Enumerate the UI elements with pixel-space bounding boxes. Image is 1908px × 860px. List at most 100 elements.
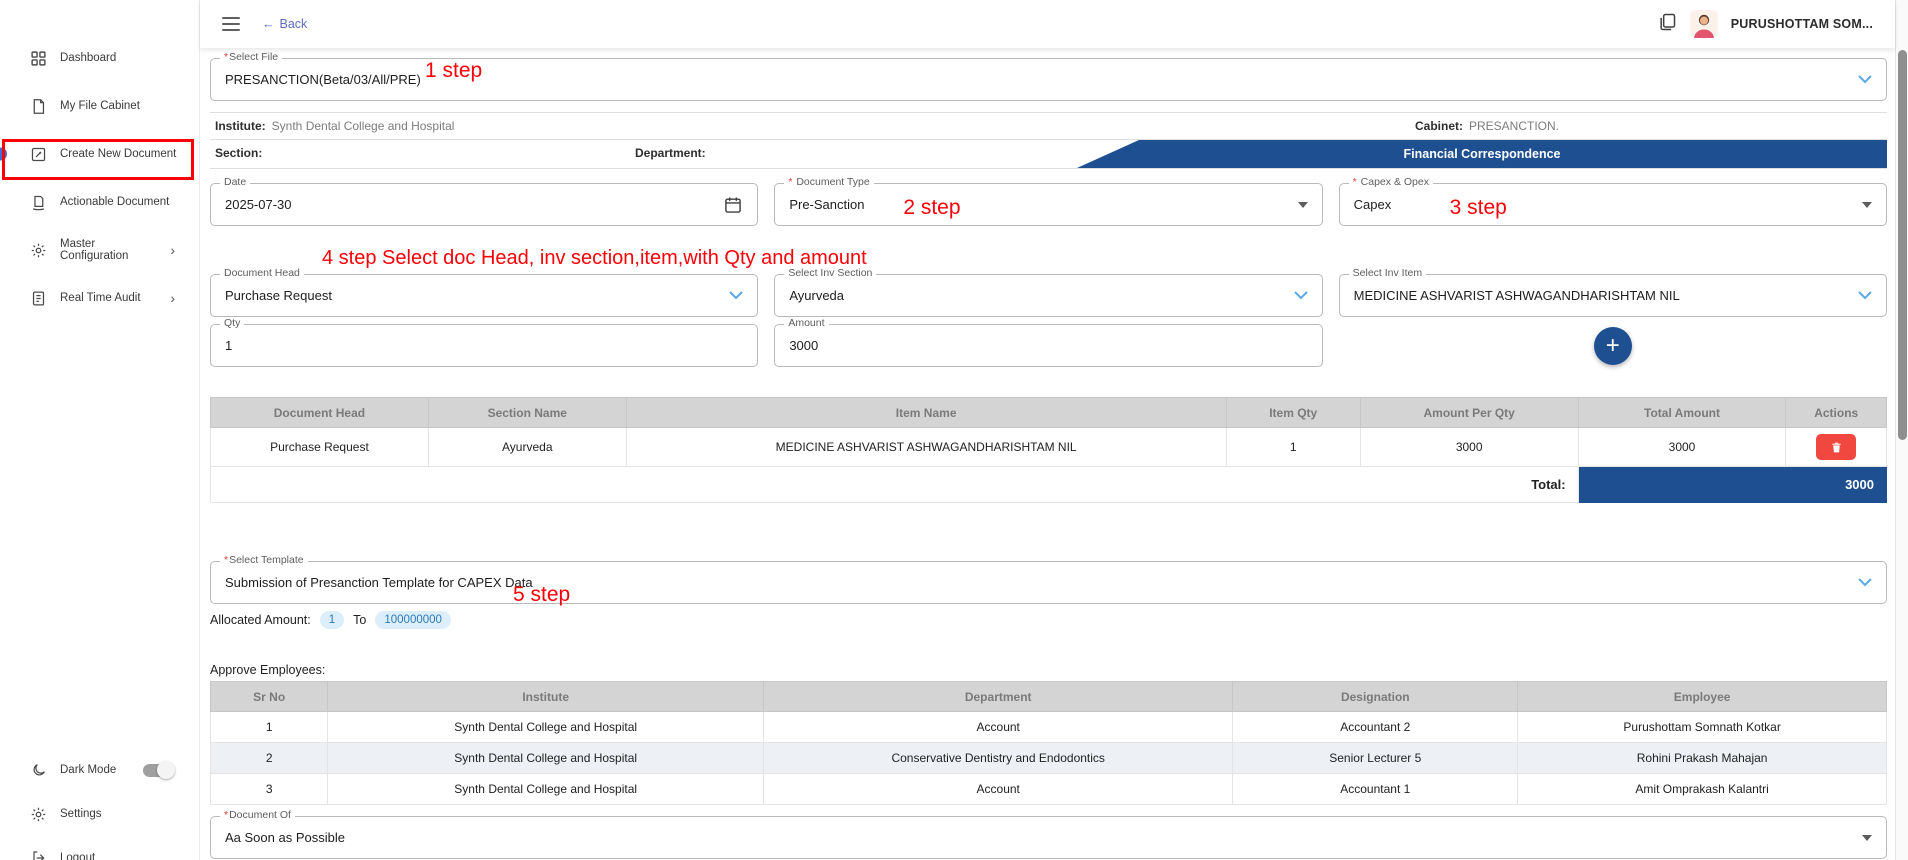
section-label: Section: (215, 146, 262, 160)
approve-table-header-row: Sr No Institute Department Designation E… (211, 682, 1887, 712)
select-template-value: Submission of Presanction Template for C… (225, 575, 533, 590)
sidebar-bottom-group: Dark Mode Settings Logout (0, 748, 199, 860)
qty-input[interactable] (225, 338, 743, 353)
chevron-down-icon (1294, 291, 1308, 300)
user-avatar[interactable] (1690, 10, 1718, 38)
sidebar-item-label: Actionable Document (60, 196, 169, 208)
col-section-name: Section Name (428, 398, 626, 428)
col-employee: Employee (1518, 682, 1887, 712)
capex-opex-value: Capex (1354, 197, 1392, 212)
sidebar-item-dark-mode[interactable]: Dark Mode (0, 748, 199, 792)
qty-field[interactable]: Qty (210, 324, 758, 367)
select-file-label: *Select File (220, 51, 282, 63)
select-template-label: *Select Template (220, 554, 308, 566)
add-item-button[interactable]: + (1594, 327, 1632, 365)
cell-employee: Purushottam Somnath Kotkar (1518, 712, 1887, 743)
col-item-qty: Item Qty (1226, 398, 1360, 428)
cell-designation: Accountant 1 (1233, 774, 1518, 805)
toggle-knob (157, 761, 175, 779)
gear-icon (30, 242, 47, 259)
scrollbar-thumb[interactable] (1898, 50, 1907, 440)
document-of-dropdown[interactable]: *Document Of Aa Soon as Possible (210, 816, 1887, 859)
capex-opex-dropdown[interactable]: * Capex & Opex Capex 3 step (1339, 183, 1887, 226)
active-indicator-dot (0, 148, 7, 161)
items-table: Document Head Section Name Item Name Ite… (210, 397, 1887, 503)
cell-institute: Synth Dental College and Hospital (328, 774, 764, 805)
cell-employee: Rohini Prakash Mahajan (1518, 743, 1887, 774)
sidebar-item-label: Logout (60, 852, 95, 860)
date-field[interactable]: Date (210, 183, 758, 226)
cell-actions (1786, 428, 1887, 467)
annotation-step-1: 1 step (425, 60, 482, 81)
inv-section-value: Ayurveda (789, 288, 844, 303)
cell-institute: Synth Dental College and Hospital (328, 743, 764, 774)
sidebar-item-label: Dashboard (60, 52, 116, 64)
settings-gear-icon (30, 806, 47, 823)
dashboard-icon (30, 50, 47, 67)
amount-field[interactable]: Amount (774, 324, 1322, 367)
dropdown-arrow-icon (1862, 202, 1872, 208)
cell-document-head: Purchase Request (211, 428, 429, 467)
inv-item-value: MEDICINE ASHVARIST ASHWAGANDHARISHTAM NI… (1354, 288, 1680, 303)
sidebar-item-logout[interactable]: Logout (0, 836, 199, 860)
sidebar-item-settings[interactable]: Settings (0, 792, 199, 836)
moon-icon (30, 762, 47, 779)
sidebar-item-label: Master Configuration (60, 238, 157, 262)
select-file-dropdown[interactable]: *Select File PRESANCTION(Beta/03/All/PRE… (210, 58, 1887, 101)
col-institute: Institute (328, 682, 764, 712)
actionable-document-icon (30, 194, 47, 211)
back-arrow-icon: ← (262, 17, 275, 31)
dark-mode-toggle[interactable] (143, 764, 173, 777)
chevron-down-icon (1858, 291, 1872, 300)
cell-total-amount: 3000 (1578, 428, 1786, 467)
col-document-head: Document Head (211, 398, 429, 428)
head-section-item-row: Document Head Purchase Request Select In… (210, 274, 1887, 317)
cell-item-name: MEDICINE ASHVARIST ASHWAGANDHARISHTAM NI… (626, 428, 1226, 467)
sidebar-item-real-time-audit[interactable]: Real Time Audit › (0, 274, 199, 322)
sidebar-item-dashboard[interactable]: Dashboard (0, 34, 199, 82)
user-name: PURUSHOTTAM SOM... (1731, 17, 1873, 31)
calendar-icon[interactable] (723, 195, 743, 215)
vertical-scrollbar[interactable] (1895, 0, 1908, 860)
back-button[interactable]: ← Back (262, 17, 307, 31)
cell-department: Account (764, 712, 1233, 743)
total-row: Total: 3000 (211, 467, 1887, 503)
items-table-header-row: Document Head Section Name Item Name Ite… (211, 398, 1887, 428)
allocated-amount-row: Allocated Amount: 1 To 100000000 (210, 611, 1887, 629)
sidebar-item-master-configuration[interactable]: Master Configuration › (0, 226, 199, 274)
document-head-label: Document Head (220, 267, 304, 279)
total-value: 3000 (1578, 467, 1886, 503)
delete-row-button[interactable] (1816, 434, 1856, 460)
hamburger-menu-icon[interactable] (222, 17, 240, 31)
sidebar-item-create-new-document[interactable]: Create New Document (0, 130, 199, 178)
amount-input[interactable] (789, 338, 1307, 353)
document-of-value: Aa Soon as Possible (225, 830, 345, 845)
department-label: Department: (635, 146, 706, 160)
sidebar-item-actionable-document[interactable]: Actionable Document (0, 178, 199, 226)
total-label: Total: (211, 467, 1579, 503)
table-row: Purchase Request Ayurveda MEDICINE ASHVA… (211, 428, 1887, 467)
document-type-dropdown[interactable]: * Document Type Pre-Sanction 2 step (774, 183, 1322, 226)
file-copy-icon[interactable] (1657, 12, 1677, 37)
cell-section-name: Ayurveda (428, 428, 626, 467)
document-head-value: Purchase Request (225, 288, 332, 303)
dropdown-arrow-icon (1298, 202, 1308, 208)
add-item-cell: + (1339, 324, 1887, 367)
cell-sr-no: 3 (211, 774, 328, 805)
date-input[interactable] (225, 197, 723, 212)
topbar-right-group: PURUSHOTTAM SOM... (1657, 10, 1873, 38)
capex-opex-label: * Capex & Opex (1349, 176, 1433, 188)
cabinet-group: Cabinet: PRESANCTION. (1415, 113, 1559, 139)
create-document-icon (30, 146, 47, 163)
inv-item-dropdown[interactable]: Select Inv Item MEDICINE ASHVARIST ASHWA… (1339, 274, 1887, 317)
document-head-dropdown[interactable]: Document Head Purchase Request (210, 274, 758, 317)
col-total-amount: Total Amount (1578, 398, 1786, 428)
allocated-to-chip: 100000000 (375, 611, 451, 629)
inv-section-label: Select Inv Section (784, 267, 876, 279)
annotation-step-3: 3 step (1450, 197, 1507, 218)
select-template-dropdown[interactable]: *Select Template Submission of Presancti… (210, 561, 1887, 604)
date-type-capex-row: Date * Document Type Pre-Sanction 2 step… (210, 183, 1887, 226)
inv-section-dropdown[interactable]: Select Inv Section Ayurveda (774, 274, 1322, 317)
sidebar-item-my-file-cabinet[interactable]: My File Cabinet (0, 82, 199, 130)
sidebar-item-label: Dark Mode (60, 764, 116, 776)
